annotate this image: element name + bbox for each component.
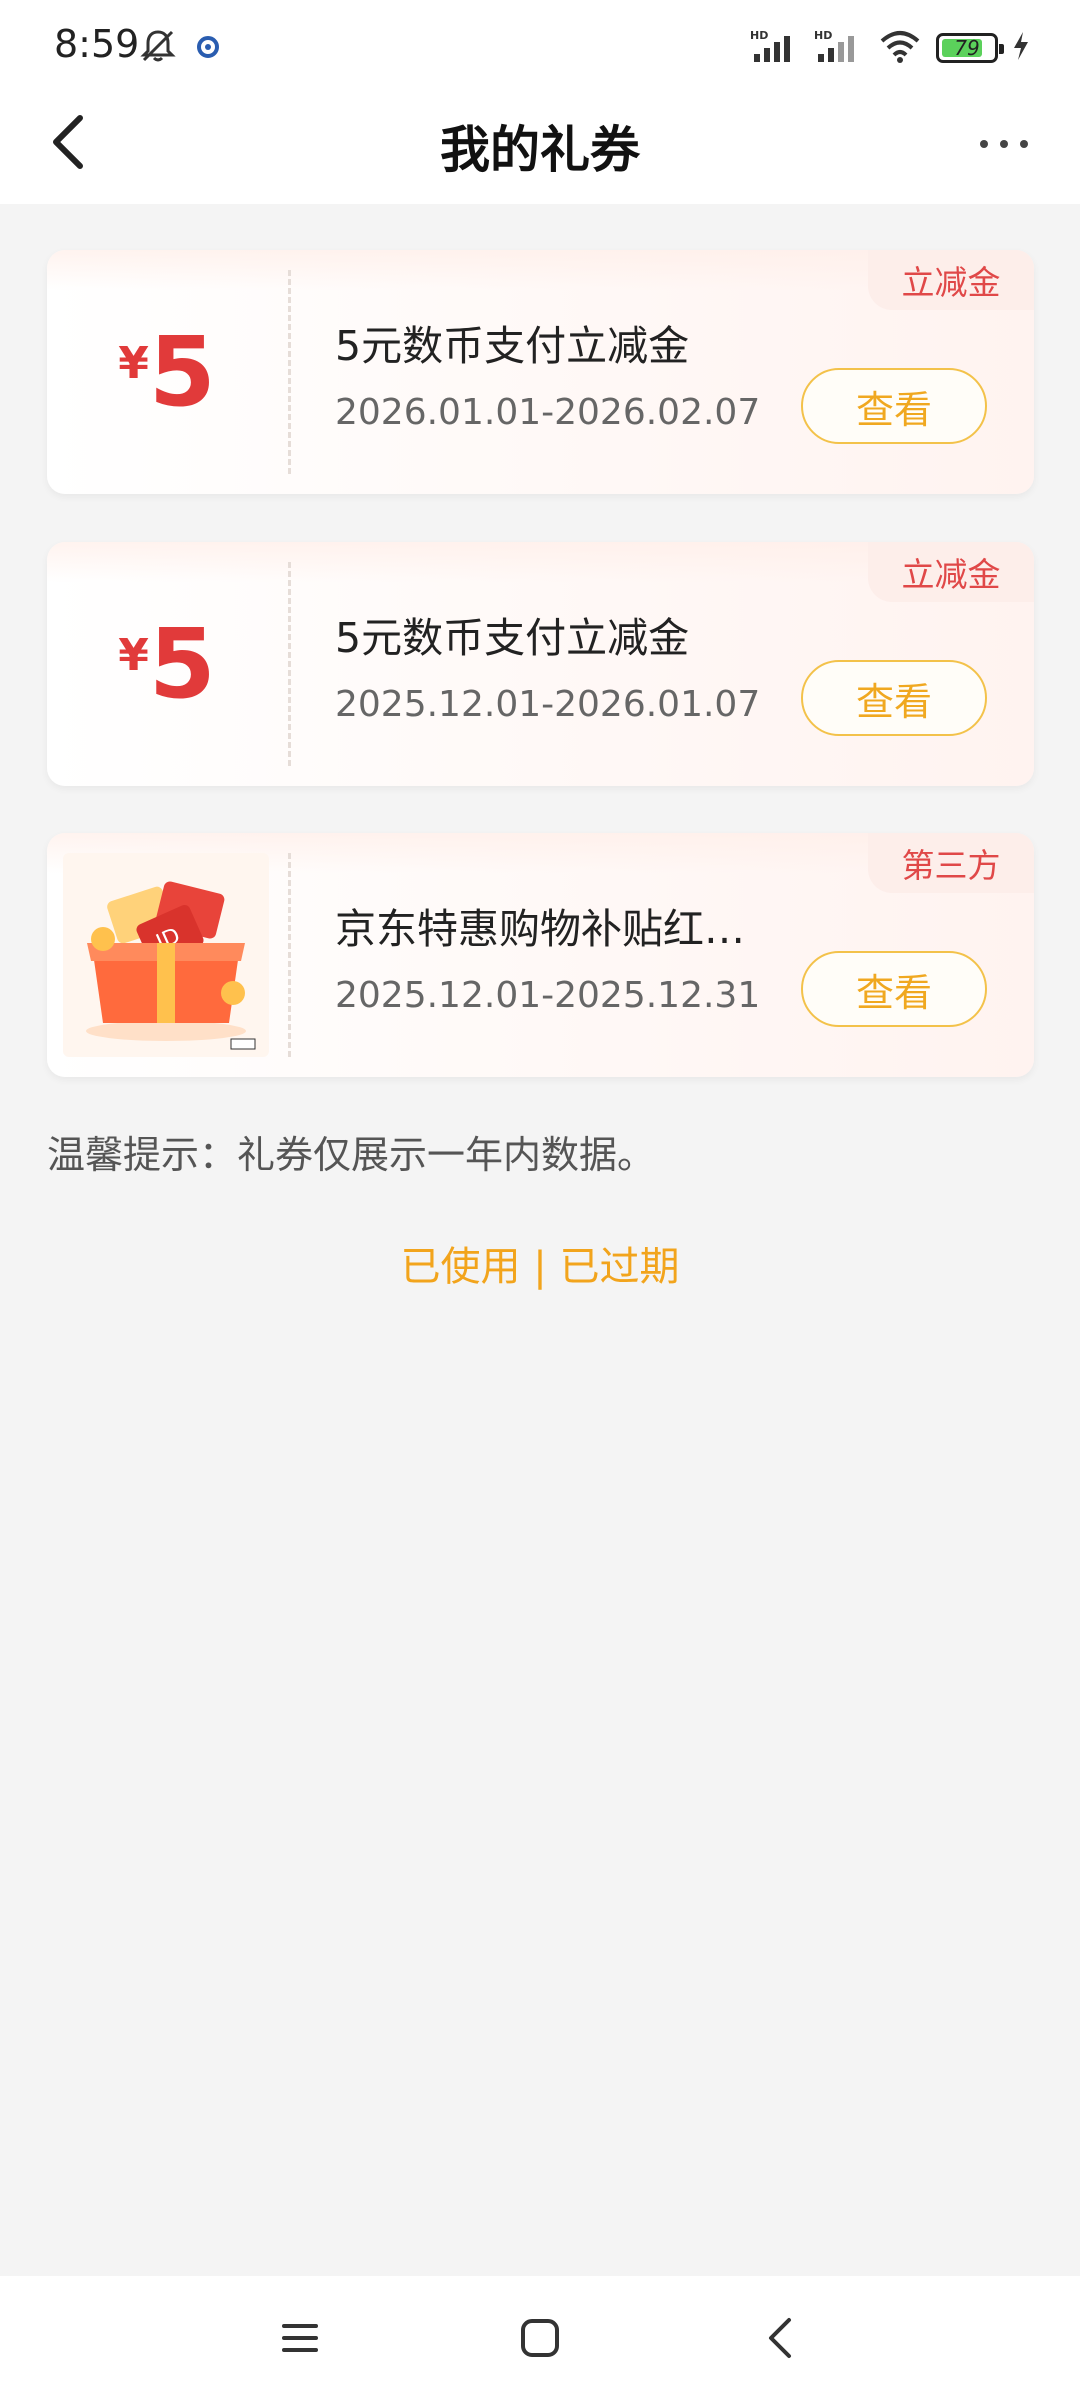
currency-symbol: ¥ bbox=[118, 629, 149, 681]
view-button[interactable]: 查看 bbox=[801, 951, 987, 1027]
menu-button[interactable] bbox=[265, 2303, 335, 2373]
link-separator: | bbox=[533, 1244, 547, 1290]
coupon-card[interactable]: 立减金 ¥ 5 5元数币支付立减金 2025.12.01-2026.01.07 … bbox=[47, 542, 1034, 786]
coupon-amount: ¥ 5 bbox=[47, 250, 287, 494]
system-nav-bar bbox=[0, 2276, 1080, 2400]
coupon-divider bbox=[288, 562, 291, 766]
expired-link[interactable]: 已过期 bbox=[559, 1234, 679, 1292]
header: 我的礼券 bbox=[0, 92, 1080, 204]
history-links: 已使用 | 已过期 bbox=[0, 1234, 1080, 1292]
page-title: 我的礼券 bbox=[440, 121, 640, 179]
used-link[interactable]: 已使用 bbox=[401, 1234, 521, 1292]
coupon-badge: 第三方 bbox=[868, 833, 1034, 893]
status-time: 8:59 bbox=[54, 22, 140, 66]
coupon-divider bbox=[288, 270, 291, 474]
coupon-amount: ¥ 5 bbox=[47, 542, 287, 786]
coupon-card[interactable]: 第三方 JD 京东特惠购物补贴红… 2025.12.01-2025.12.31 … bbox=[47, 833, 1034, 1077]
menu-icon bbox=[282, 2324, 318, 2352]
tip-text: 温馨提示：礼券仅展示一年内数据。 bbox=[47, 1133, 656, 1177]
back-icon bbox=[769, 2318, 791, 2358]
coupon-badge: 立减金 bbox=[868, 250, 1034, 310]
nav-back-button[interactable] bbox=[745, 2303, 815, 2373]
status-icons-right: HD HD 79 bbox=[750, 28, 1030, 68]
home-icon bbox=[521, 2319, 559, 2357]
hd-signal-icon: HD bbox=[750, 28, 800, 68]
view-button[interactable]: 查看 bbox=[801, 368, 987, 444]
status-icons-left bbox=[138, 26, 224, 70]
charging-icon bbox=[1012, 30, 1030, 66]
hd-signal-icon: HD bbox=[814, 28, 864, 68]
view-button[interactable]: 查看 bbox=[801, 660, 987, 736]
more-icon bbox=[980, 140, 988, 148]
coupon-title: 5元数币支付立减金 bbox=[335, 614, 690, 662]
coupon-value: 5 bbox=[148, 316, 216, 428]
coupon-divider bbox=[288, 853, 291, 1057]
top-bar: 8:59 HD HD 79 我的礼券 bbox=[0, 0, 1080, 204]
battery-level: 79 bbox=[954, 36, 980, 60]
coupon-badge: 立减金 bbox=[868, 542, 1034, 602]
wifi-icon bbox=[878, 28, 922, 68]
coupon-date: 2025.12.01-2026.01.07 bbox=[335, 684, 761, 725]
app-notification-icon bbox=[192, 30, 224, 66]
coupon-title: 京东特惠购物补贴红… bbox=[335, 905, 745, 953]
coupon-card[interactable]: 立减金 ¥ 5 5元数币支付立减金 2026.01.01-2026.02.07 … bbox=[47, 250, 1034, 494]
more-button[interactable] bbox=[964, 116, 1044, 172]
coupon-date: 2025.12.01-2025.12.31 bbox=[335, 975, 761, 1016]
coupon-value: 5 bbox=[148, 608, 216, 720]
coupon-date: 2026.01.01-2026.02.07 bbox=[335, 392, 761, 433]
battery-icon: 79 bbox=[936, 33, 1004, 63]
gift-box-icon: JD bbox=[63, 853, 269, 1057]
status-bar: 8:59 HD HD 79 bbox=[0, 0, 1080, 92]
coupon-title: 5元数币支付立减金 bbox=[335, 322, 690, 370]
svg-text:HD: HD bbox=[814, 29, 832, 42]
home-button[interactable] bbox=[505, 2303, 575, 2373]
svg-text:HD: HD bbox=[750, 29, 768, 42]
mute-icon bbox=[138, 26, 178, 70]
currency-symbol: ¥ bbox=[118, 337, 149, 389]
